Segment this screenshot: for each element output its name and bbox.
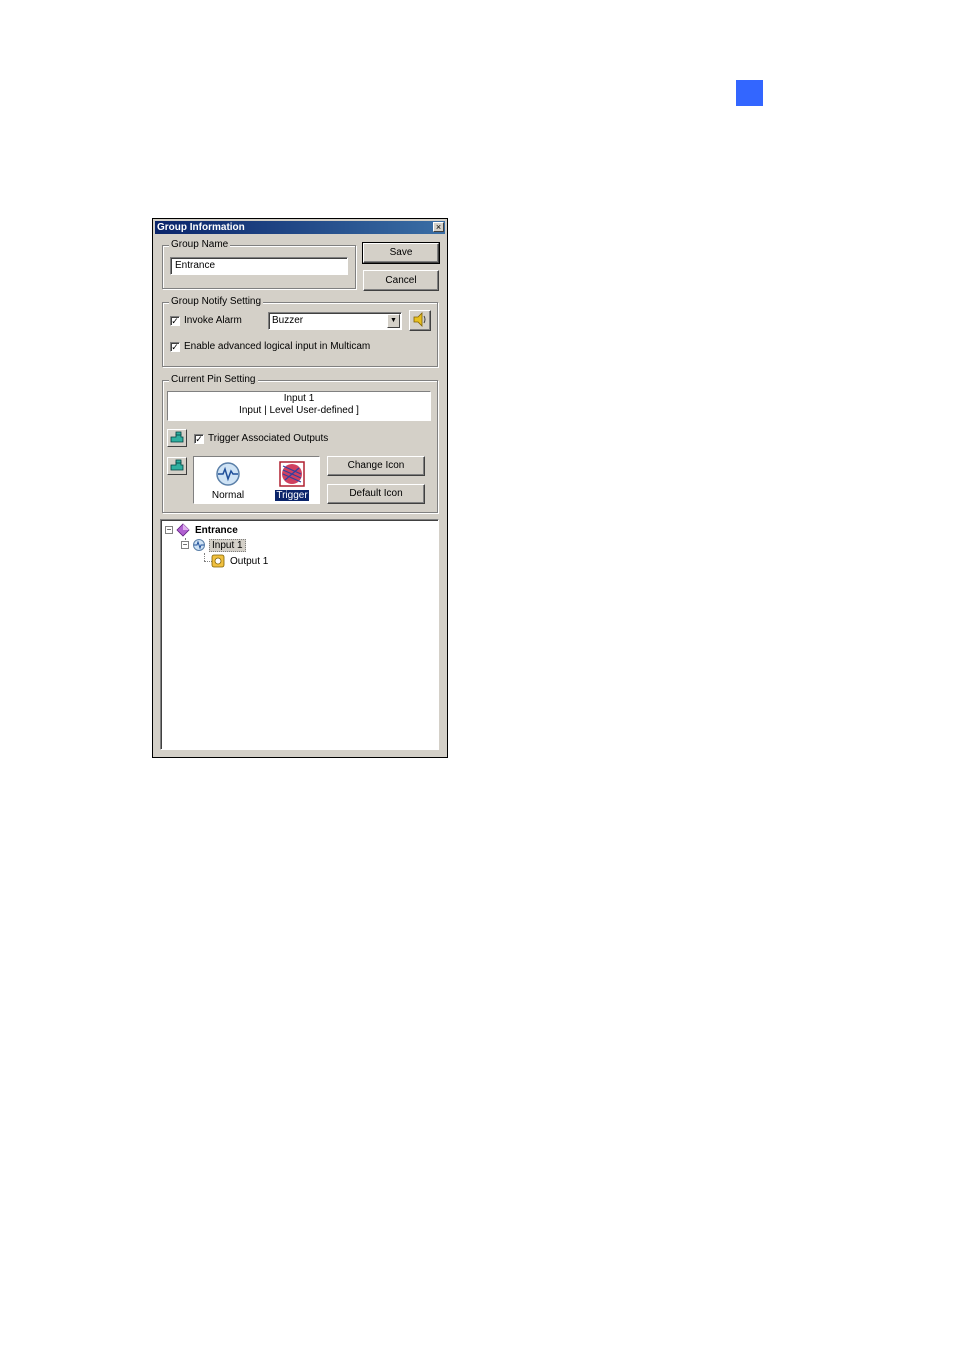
output-pin-icon: [211, 554, 225, 568]
alarm-type-select[interactable]: Buzzer ▼: [268, 312, 402, 330]
group-diamond-icon: [176, 523, 190, 537]
trigger-icon-label: Trigger: [275, 490, 309, 501]
page-marker: [736, 80, 763, 106]
sound-test-button[interactable]: [409, 310, 431, 331]
trigger-icon-option[interactable]: Trigger: [262, 457, 322, 503]
alarm-type-value: Buzzer: [272, 315, 304, 326]
invoke-alarm-row[interactable]: ✓ Invoke Alarm: [170, 315, 242, 326]
advanced-input-checkbox[interactable]: ✓: [170, 341, 180, 352]
assign-icon-button[interactable]: [167, 457, 187, 475]
change-icon-button[interactable]: Change Icon: [327, 456, 425, 476]
speaker-icon: [413, 312, 426, 327]
pin-setting-legend: Current Pin Setting: [169, 374, 258, 386]
tree-node-output[interactable]: Output 1: [211, 554, 270, 568]
invoke-alarm-checkbox[interactable]: ✓: [170, 315, 180, 326]
normal-icon-option[interactable]: Normal: [198, 457, 258, 503]
state-icon-panel: Normal Trigger: [193, 456, 320, 504]
close-button[interactable]: ×: [433, 222, 444, 232]
group-tree-view[interactable]: − Entrance − Input 1 Output 1: [160, 519, 439, 750]
tree-connector: [204, 553, 205, 561]
notify-legend: Group Notify Setting: [169, 296, 264, 308]
trigger-outputs-row[interactable]: ✓ Trigger Associated Outputs: [194, 433, 328, 444]
pin-info-box: Input 1 Input | Level User-defined ]: [167, 391, 431, 421]
pin-name: Input 1: [283, 393, 315, 404]
assign-output-button[interactable]: [167, 429, 187, 447]
default-icon-button[interactable]: Default Icon: [327, 484, 425, 504]
tree-label-output: Output 1: [230, 555, 269, 567]
tree-node-input[interactable]: − Input 1: [181, 538, 246, 552]
tree-label-input: Input 1: [209, 538, 246, 552]
collapse-icon[interactable]: −: [181, 541, 189, 549]
cancel-button[interactable]: Cancel: [363, 270, 439, 291]
input-pin-icon: [193, 539, 205, 551]
group-name-legend: Group Name: [169, 239, 231, 251]
trigger-outputs-label: Trigger Associated Outputs: [208, 433, 329, 444]
invoke-alarm-label: Invoke Alarm: [184, 315, 242, 326]
dropdown-arrow-icon[interactable]: ▼: [387, 314, 400, 328]
collapse-icon[interactable]: −: [165, 526, 173, 534]
group-name-input[interactable]: Entrance: [170, 257, 348, 275]
normal-state-icon: [216, 462, 240, 486]
title-bar: Group Information ×: [155, 221, 445, 234]
advanced-input-label: Enable advanced logical input in Multica…: [184, 341, 371, 352]
trigger-state-icon: [279, 461, 305, 487]
trigger-outputs-checkbox[interactable]: ✓: [194, 433, 204, 444]
pointing-hand-icon: [170, 431, 184, 443]
tree-node-entrance[interactable]: − Entrance: [165, 523, 240, 537]
pointing-hand-icon: [170, 459, 184, 471]
dialog-title: Group Information: [157, 222, 245, 233]
advanced-input-row[interactable]: ✓ Enable advanced logical input in Multi…: [170, 341, 370, 352]
normal-icon-label: Normal: [211, 490, 245, 501]
pin-description: Input | Level User-defined ]: [239, 405, 359, 416]
save-button[interactable]: Save: [362, 242, 440, 264]
tree-label-entrance: Entrance: [195, 524, 238, 536]
